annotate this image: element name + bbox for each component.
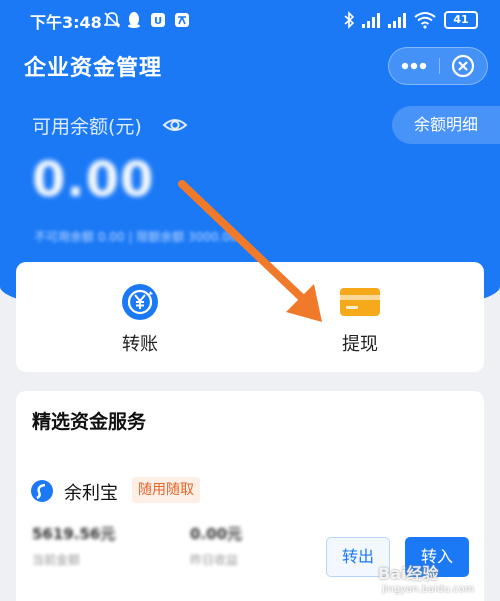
balance-label: 可用余额(元) — [32, 116, 142, 138]
eye-icon[interactable] — [162, 112, 188, 138]
withdraw-action[interactable]: 提现 — [260, 262, 460, 372]
yesterday-income-value: 0.00元 — [190, 525, 243, 543]
app-wen-icon — [175, 13, 189, 27]
close-circle-icon — [451, 54, 475, 78]
svg-text:U: U — [154, 16, 162, 27]
current-amount-value: 5619.56元 — [32, 525, 116, 543]
more-button[interactable] — [389, 48, 439, 84]
transfer-action[interactable]: 转账 — [40, 262, 240, 372]
watermark-url: jingyan.baidu.com — [382, 584, 475, 595]
close-button[interactable] — [439, 48, 487, 84]
product-name[interactable]: 余利宝 — [64, 479, 118, 505]
watermark: Bai经验 — [378, 564, 439, 583]
yesterday-income-label: 昨日收益 — [190, 553, 239, 567]
status-bar: 下午3:48 U 41 — [0, 0, 500, 40]
bluetooth-icon — [344, 11, 355, 29]
product-badge: 随用随取 — [132, 477, 200, 503]
balance-detail-button[interactable]: 余额明细 — [392, 106, 500, 144]
action-card: 转账 提现 — [16, 262, 484, 372]
notification-muted-icon — [104, 12, 120, 28]
app-u-icon: U — [151, 13, 165, 27]
withdraw-label: 提现 — [342, 334, 378, 355]
wifi-icon — [414, 12, 436, 29]
yulibao-logo-icon — [31, 480, 53, 502]
signal-2-icon — [388, 13, 406, 28]
current-amount-label: 当前金额 — [32, 553, 81, 567]
balance-subline: 不可用余额 0.00 | 限额余额 3000.00 — [34, 230, 238, 244]
yuan-transfer-icon — [122, 284, 158, 320]
services-title: 精选资金服务 — [32, 411, 147, 433]
signal-1-icon — [362, 13, 380, 28]
status-time: 下午3:48 — [30, 13, 102, 32]
page-title: 企业资金管理 — [24, 56, 163, 81]
qq-icon — [128, 12, 140, 28]
more-dots-icon — [401, 62, 427, 70]
transfer-label: 转账 — [122, 334, 158, 355]
mini-program-capsule — [388, 47, 488, 85]
balance-amount: 0.00 — [32, 152, 155, 208]
battery-indicator: 41 — [444, 11, 478, 29]
card-icon — [340, 288, 380, 316]
